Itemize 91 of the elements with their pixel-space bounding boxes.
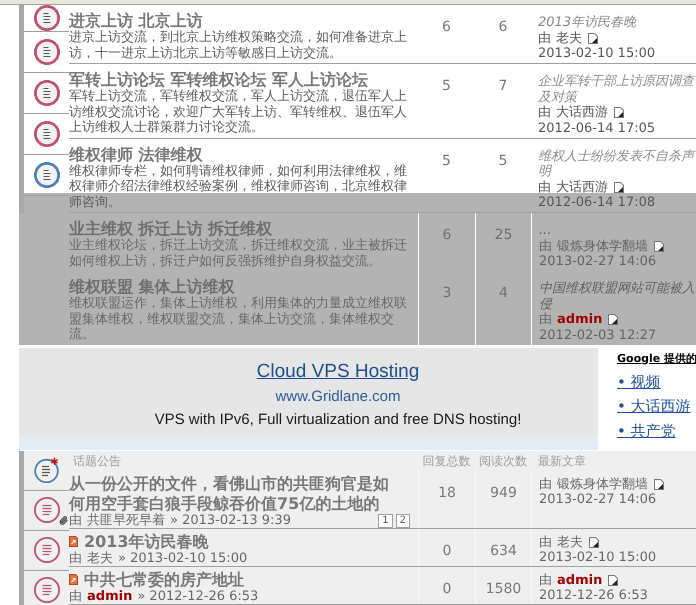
last-post-title[interactable]: 企业军转干部上访原因调查及对策 [538,74,696,105]
by-label: 由 [538,180,551,195]
last-post-title[interactable]: 维权人士纷纷发表不自杀声明 [538,148,696,180]
topic-title[interactable]: 中共七常委的房产地址 [84,570,244,590]
ad-link[interactable]: • 大话西游 [617,394,691,418]
last-post-date: 2012-06-14 17:05 [538,120,656,136]
column-header: 回复总数 [422,454,470,468]
reply-count: 0 [442,580,452,598]
by-label: 由 [539,534,552,550]
by-label: 由 [539,476,552,492]
last-post-title[interactable]: ... [539,223,696,238]
author-link[interactable]: 老夫 [557,534,583,550]
page-arrow-icon[interactable] [654,478,664,490]
topic-title[interactable]: 2013年访民春晚 [84,532,209,552]
author-link[interactable]: 锻炼身体学翻墙 [557,238,648,254]
page-arrow-icon[interactable] [608,574,618,586]
page-link[interactable]: 2 [396,514,410,528]
count-number: 7 [498,78,508,96]
by-label: 由 [539,238,552,254]
author-link[interactable]: 老夫 [556,30,582,46]
by-label: 由 [69,552,82,566]
count-number: 6 [498,19,508,37]
count-number: 6 [442,19,451,37]
forum-description: 军转上访交流，军转维权交流，军人上访交流，退伍军人上访维权交流讨论，欢迎广大军转上访、军转维权、退伍军人上访维权人士群策群力讨论交流。 [69,89,408,136]
count-number: 5 [442,78,451,96]
last-post-date: 2013-02-10 15:00 [539,550,656,564]
page-marker-icon[interactable] [69,536,78,547]
reply-count: 18 [438,484,456,502]
last-post-date: 2013-02-27 14:06 [539,254,656,270]
count-number: 3 [442,285,452,303]
author-link[interactable]: 大话西游 [556,105,608,120]
ad-link[interactable]: • 共产党 [617,418,676,443]
last-post-date: 2012-12-26 6:53 [539,588,648,602]
announcement-icon [34,457,60,483]
ad-text: VPS with IPv6, Full virtualization and free DNS hosting! [154,410,522,430]
reply-count: 0 [442,542,452,560]
author-link[interactable]: admin [557,572,602,588]
count-number: 4 [499,285,508,303]
forum-title[interactable]: 进京上访 北京上访 [69,11,418,30]
view-count: 949 [490,484,517,502]
last-post-date: 2013-02-10 15:00 [538,46,656,62]
post-date: » 2013-02-10 15:00 [118,552,248,566]
by-label: 由 [69,590,82,604]
topic-icon [34,537,60,563]
last-post-date: 2012-06-14 17:08 [538,195,656,210]
author-link[interactable]: 大话西游 [556,180,608,195]
count-number: 6 [442,227,452,245]
author-link[interactable]: admin [87,590,132,604]
last-post-title[interactable]: 2013年访民春晚 [538,15,696,30]
author-link[interactable]: 老夫 [87,552,113,566]
count-number: 5 [498,152,508,170]
by-label: 由 [69,514,82,528]
page-arrow-icon[interactable] [588,32,598,44]
forum-description: 进京上访交流，到北京上访维权策略交流，如何准备进京上访，十一进京上访北京上访等敏感日上访交流。 [69,30,408,61]
author-link[interactable]: 共匪早死早着 [87,514,165,528]
ad-url-link[interactable]: www.Gridlane.com [275,386,401,406]
forum-description: 维权律师专栏，如何聘请维权律师，如何利用法律维权，维权律师介绍法律维权经验案例，维权律师咨询，北京维权律师咨询。 [69,164,408,210]
page-arrow-icon[interactable] [589,536,599,548]
forum-title[interactable]: 军转上访论坛 军转维权论坛 军人上访论坛 [69,70,418,89]
last-post-date: 2013-02-27 14:06 [539,492,656,506]
post-date: » 2013-02-13 9:39 [170,514,291,528]
column-header: 话题公告 [73,454,121,468]
ads-heading-link[interactable]: Google 提供的 [617,352,696,366]
count-number: 5 [442,152,451,170]
view-count: 634 [490,542,517,560]
column-header: 最新文章 [538,454,586,468]
page-arrow-icon[interactable] [654,240,664,252]
forum-title[interactable]: 维权律师 法律维权 [69,144,418,164]
ad-title-link[interactable]: Cloud VPS Hosting [256,360,420,384]
page-arrow-icon[interactable] [614,182,624,193]
forum-description: 业主维权论坛，拆迁上访交流，拆迁维权交流，业主被拆迁如何维权上访，拆迁户如何反强拆维护自身权益交流。 [69,238,408,269]
forum-description: 维权联盟运作，集体上访维权，利用集体的力量成立维权联盟集体维权，维权联盟交流，集体上访交流，集体维权交流。 [69,296,408,342]
author-link[interactable]: admin [557,312,602,328]
count-number: 25 [494,227,512,245]
by-label: 由 [538,30,551,46]
ad-link[interactable]: • 视频 [617,370,661,394]
last-post-title[interactable]: 中国维权联盟网站可能被入侵 [539,281,696,312]
post-date: » 2012-12-26 6:53 [137,590,258,604]
column-header: 阅读次数 [479,454,527,468]
by-label: 由 [539,312,552,328]
author-link[interactable]: 锻炼身体学翻墙 [557,476,648,492]
page-link[interactable]: 1 [378,514,393,528]
topic-icon [34,497,60,523]
page-arrow-icon[interactable] [614,107,624,118]
page-arrow-icon[interactable] [608,314,618,326]
last-post-date: 2012-02-03 12:27 [539,328,656,343]
by-label: 由 [539,572,552,588]
topic-title[interactable]: 从一份公开的文件，看佛山市的共匪狗官是如何用空手套白狼手段鲸吞价值75亿的土地的 [69,474,399,514]
view-count: 1580 [486,580,522,598]
page-marker-icon[interactable] [69,574,78,585]
by-label: 由 [538,105,551,120]
